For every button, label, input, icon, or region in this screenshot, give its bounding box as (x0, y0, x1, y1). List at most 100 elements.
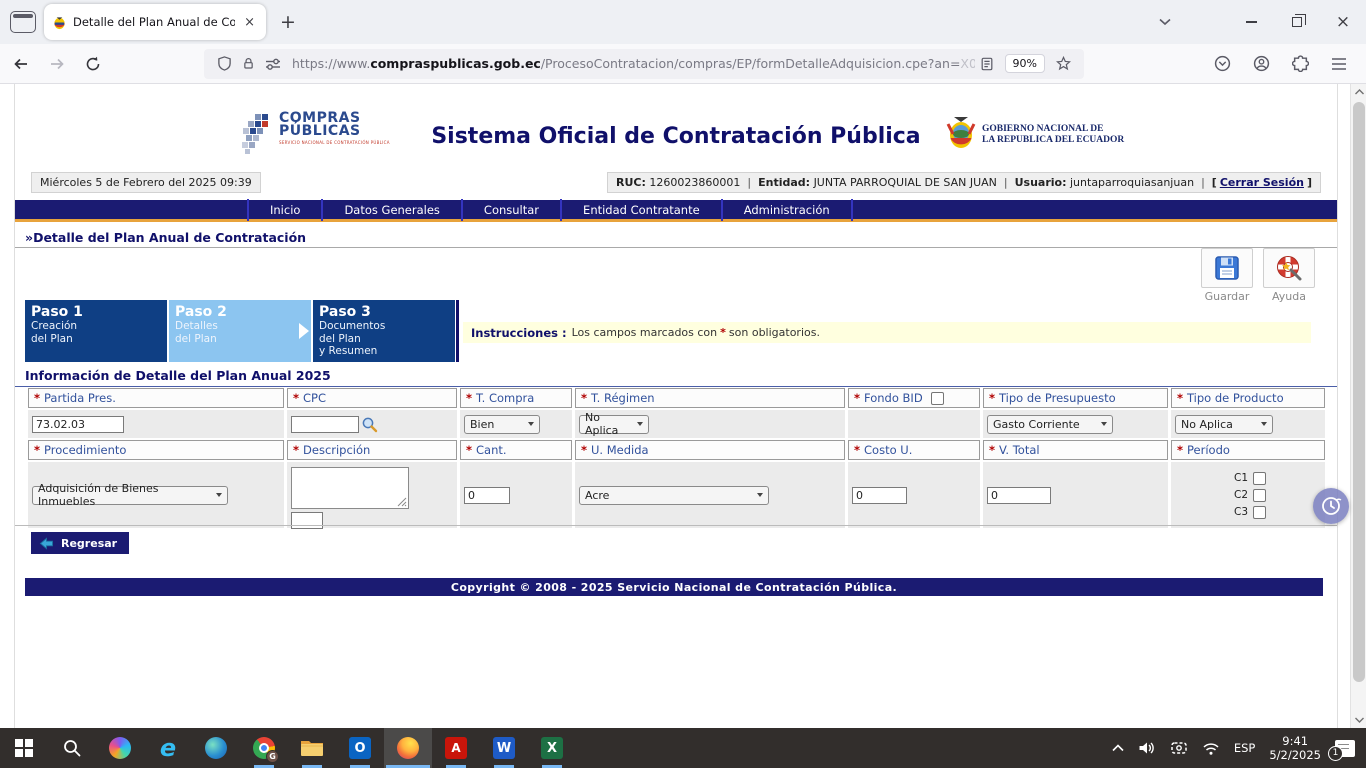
restore-button[interactable] (1274, 2, 1320, 42)
nav-item-consultar[interactable]: Consultar (463, 198, 563, 221)
start-button-icon[interactable] (0, 728, 48, 768)
resize-grip-icon[interactable] (397, 497, 407, 507)
logout-link[interactable]: Cerrar Sesión (1220, 176, 1304, 189)
help-lifebuoy-icon (1277, 256, 1302, 281)
save-button[interactable]: Guardar (1199, 248, 1255, 303)
cpc-input[interactable] (291, 415, 359, 433)
help-button[interactable]: Ayuda (1261, 248, 1317, 303)
procedimiento-select[interactable]: Adquisición de Bienes Inmuebles (32, 482, 228, 508)
back-arrow-icon (39, 536, 53, 550)
taskbar-firefox-icon[interactable] (384, 728, 432, 768)
notification-badge: 1 (1328, 745, 1343, 761)
tipo-presupuesto-select[interactable]: Gasto Corriente (987, 414, 1113, 434)
ruc-label: RUC: (616, 176, 646, 189)
close-button[interactable]: × (1320, 2, 1366, 42)
tab-close-icon[interactable]: × (241, 15, 258, 30)
periodo-c2-checkbox[interactable] (1253, 488, 1266, 502)
tray-volume-icon[interactable] (1131, 728, 1163, 768)
lock-icon[interactable] (242, 56, 255, 71)
url-text[interactable]: https://www.compraspublicas.gob.ec/Proce… (292, 56, 975, 71)
vertical-scrollbar[interactable] (1350, 84, 1366, 728)
tray-cast-icon[interactable] (1163, 728, 1195, 768)
reload-icon[interactable] (78, 49, 108, 79)
taskbar-internet-explorer-icon[interactable]: e (144, 728, 192, 768)
tray-notifications-icon[interactable]: 1 (1328, 728, 1362, 768)
save-floppy-icon (1215, 256, 1239, 280)
tracking-shield-icon[interactable] (217, 56, 232, 71)
pocket-icon[interactable] (1214, 55, 1231, 72)
tab-favicon-ecuador-icon (54, 16, 65, 29)
screen-time-extension-icon[interactable] (1313, 488, 1349, 524)
descripcion-textarea[interactable] (291, 467, 409, 509)
t-regimen-select[interactable]: No Aplica (579, 411, 649, 437)
scroll-down-icon[interactable] (1351, 712, 1366, 728)
header-descripcion: * Descripción (287, 440, 457, 460)
zoom-level-chip[interactable]: 90% (1004, 54, 1045, 73)
account-icon[interactable] (1253, 55, 1270, 72)
back-button[interactable]: Regresar (31, 532, 130, 554)
nav-item-administracion[interactable]: Administración (723, 198, 853, 221)
entidad-label: Entidad: (758, 176, 811, 189)
minimize-button[interactable] (1228, 2, 1274, 42)
costo-u-input[interactable] (852, 486, 907, 504)
tray-language[interactable]: ESP (1227, 728, 1263, 768)
extensions-puzzle-icon[interactable] (1292, 55, 1309, 72)
bookmark-star-icon[interactable] (1056, 56, 1071, 71)
browser-tab-bar: Detalle del Plan Anual de Contr × + × (0, 0, 1366, 44)
new-tab-button[interactable]: + (280, 11, 296, 33)
step-arrow-icon (299, 323, 309, 339)
nav-item-inicio[interactable]: Inicio (247, 198, 324, 221)
government-logo: GOBIERNO NACIONAL DE LA REPUBLICA DEL EC… (946, 116, 1124, 154)
tipo-producto-select[interactable]: No Aplica (1175, 414, 1273, 434)
steps-divider (456, 300, 459, 362)
site-header: COMPRAS PÚBLICAS SERVICIO NACIONAL DE CO… (15, 102, 1337, 172)
taskbar: e G O A W X ESP 9:41 5/2/2025 1 (0, 728, 1366, 768)
nav-item-entidad-contratante[interactable]: Entidad Contratante (562, 198, 723, 221)
scrollbar-thumb[interactable] (1353, 102, 1365, 682)
taskbar-copilot-icon[interactable] (96, 728, 144, 768)
taskbar-word-icon[interactable]: W (480, 728, 528, 768)
menu-hamburger-icon[interactable] (1331, 57, 1347, 71)
nav-item-datos-generales[interactable]: Datos Generales (323, 198, 463, 221)
taskbar-excel-icon[interactable]: X (528, 728, 576, 768)
entidad-value: JUNTA PARROQUIAL DE SAN JUAN (813, 176, 997, 189)
taskbar-search-icon[interactable] (48, 728, 96, 768)
taskbar-file-explorer-icon[interactable] (288, 728, 336, 768)
v-total-input[interactable] (987, 486, 1051, 504)
step-3[interactable]: Paso 3 Documentos del Plan y Resumen (313, 300, 455, 362)
reader-view-icon[interactable] (980, 57, 994, 71)
cpc-search-icon[interactable] (361, 416, 378, 433)
tray-wifi-icon[interactable] (1195, 728, 1227, 768)
u-medida-select[interactable]: Acre (579, 485, 769, 505)
header-tipo-producto: * Tipo de Producto (1171, 388, 1325, 408)
header-partida: * Partida Pres. (28, 388, 284, 408)
taskbar-chrome-icon[interactable]: G (240, 728, 288, 768)
taskbar-outlook-icon[interactable]: O (336, 728, 384, 768)
descripcion-aux-input[interactable] (291, 512, 323, 529)
tray-clock[interactable]: 9:41 5/2/2025 (1262, 728, 1328, 768)
chrome-profile-badge: G (266, 750, 279, 763)
periodo-c3-checkbox[interactable] (1253, 505, 1266, 519)
scroll-up-icon[interactable] (1351, 84, 1366, 100)
firefox-view-icon[interactable] (10, 11, 36, 33)
url-bar[interactable]: https://www.compraspublicas.gob.ec/Proce… (204, 48, 1084, 79)
tray-overflow-chevron-icon[interactable] (1105, 728, 1131, 768)
taskbar-edge-icon[interactable] (192, 728, 240, 768)
taskbar-acrobat-icon[interactable]: A (432, 728, 480, 768)
tab-title: Detalle del Plan Anual de Contr (73, 15, 236, 29)
usuario-label: Usuario: (1014, 176, 1067, 189)
periodo-c1-label: C1 (1233, 472, 1248, 484)
browser-tab[interactable]: Detalle del Plan Anual de Contr × (44, 4, 266, 40)
step-2-active[interactable]: Paso 2 Detalles del Plan (169, 300, 311, 362)
list-tabs-chevron-icon[interactable] (1142, 2, 1188, 42)
back-button-browser[interactable] (6, 49, 36, 79)
page-viewport: COMPRAS PÚBLICAS SERVICIO NACIONAL DE CO… (0, 84, 1350, 728)
forward-button-browser[interactable] (42, 49, 72, 79)
fondo-bid-checkbox[interactable] (930, 391, 944, 405)
step-1[interactable]: Paso 1 Creación del Plan (25, 300, 167, 362)
cant-input[interactable] (464, 486, 510, 504)
periodo-c1-checkbox[interactable] (1253, 471, 1266, 485)
partida-input[interactable] (32, 415, 124, 433)
permissions-icon[interactable] (265, 57, 281, 71)
t-compra-select[interactable]: Bien (464, 414, 540, 434)
